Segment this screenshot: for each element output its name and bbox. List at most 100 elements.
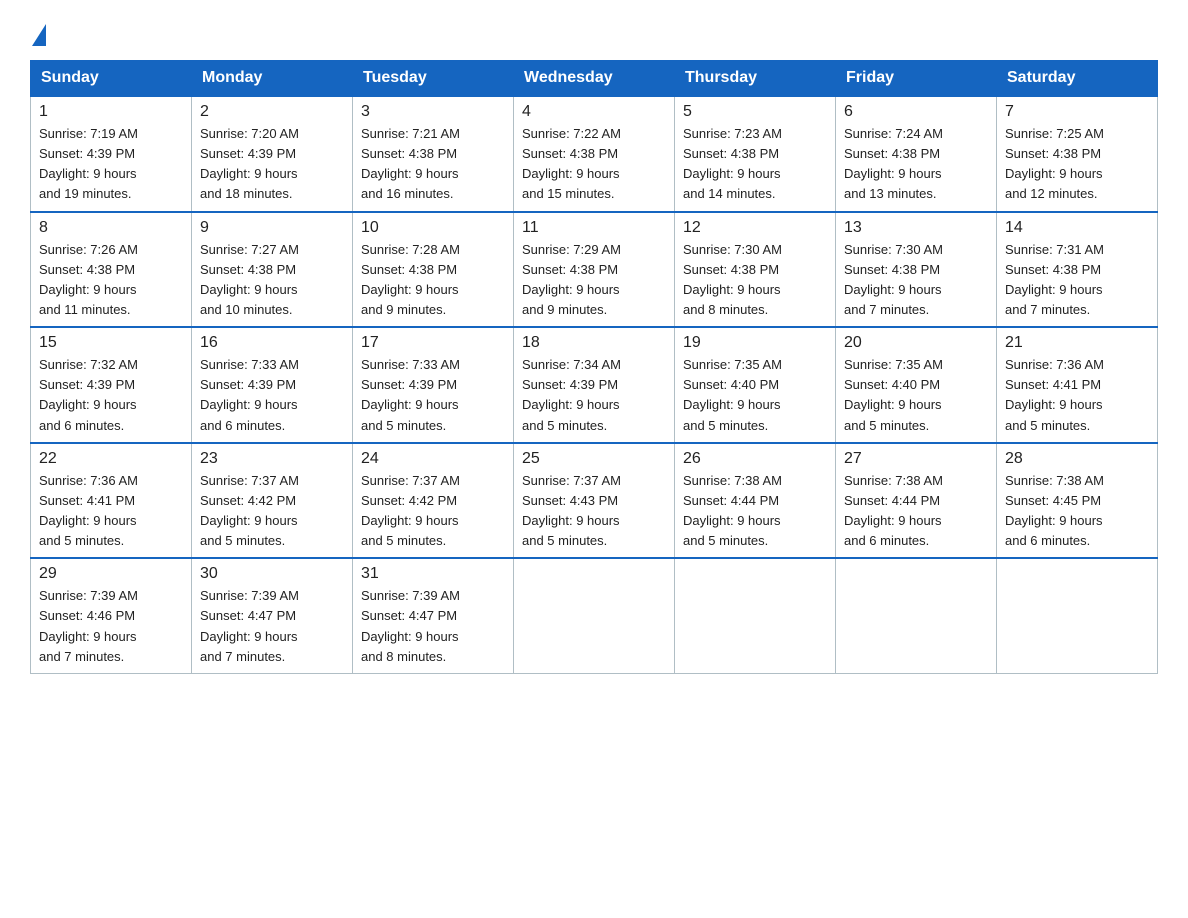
- day-cell: 25 Sunrise: 7:37 AMSunset: 4:43 PMDayligh…: [514, 443, 675, 559]
- day-number: 16: [200, 334, 344, 352]
- day-cell: 18Sunrise: 7:34 AMSunset: 4:39 PMDayligh…: [514, 327, 675, 443]
- week-row-4: 22 Sunrise: 7:36 AMSunset: 4:41 PMDayligh…: [31, 443, 1158, 559]
- day-cell: 10Sunrise: 7:28 AMSunset: 4:38 PMDayligh…: [353, 212, 514, 328]
- day-info: Sunrise: 7:31 AMSunset: 4:38 PMDaylight:…: [1005, 240, 1149, 321]
- day-info: Sunrise: 7:37 AMSunset: 4:42 PMDaylight:…: [200, 471, 344, 552]
- week-row-1: 1 Sunrise: 7:19 AMSunset: 4:39 PMDaylight…: [31, 96, 1158, 212]
- day-number: 29: [39, 565, 183, 583]
- day-number: 31: [361, 565, 505, 583]
- day-info: Sunrise: 7:29 AMSunset: 4:38 PMDaylight:…: [522, 240, 666, 321]
- day-info: Sunrise: 7:30 AMSunset: 4:38 PMDaylight:…: [844, 240, 988, 321]
- day-cell: 28 Sunrise: 7:38 AMSunset: 4:45 PMDayligh…: [997, 443, 1158, 559]
- day-cell: 9Sunrise: 7:27 AMSunset: 4:38 PMDaylight…: [192, 212, 353, 328]
- header-tuesday: Tuesday: [353, 61, 514, 97]
- day-cell: 5 Sunrise: 7:23 AMSunset: 4:38 PMDaylight…: [675, 96, 836, 212]
- day-cell: 29 Sunrise: 7:39 AMSunset: 4:46 PMDayligh…: [31, 558, 192, 673]
- day-number: 2: [200, 103, 344, 121]
- page-header: [30, 20, 1158, 42]
- day-number: 3: [361, 103, 505, 121]
- week-row-5: 29 Sunrise: 7:39 AMSunset: 4:46 PMDayligh…: [31, 558, 1158, 673]
- day-info: Sunrise: 7:22 AMSunset: 4:38 PMDaylight:…: [522, 124, 666, 205]
- day-number: 10: [361, 219, 505, 237]
- day-number: 24: [361, 450, 505, 468]
- day-cell: 1 Sunrise: 7:19 AMSunset: 4:39 PMDaylight…: [31, 96, 192, 212]
- day-info: Sunrise: 7:36 AMSunset: 4:41 PMDaylight:…: [39, 471, 183, 552]
- day-info: Sunrise: 7:37 AMSunset: 4:43 PMDaylight:…: [522, 471, 666, 552]
- day-number: 7: [1005, 103, 1149, 121]
- day-number: 18: [522, 334, 666, 352]
- day-cell: 16 Sunrise: 7:33 AMSunset: 4:39 PMDayligh…: [192, 327, 353, 443]
- day-cell: 17Sunrise: 7:33 AMSunset: 4:39 PMDayligh…: [353, 327, 514, 443]
- day-cell: 12Sunrise: 7:30 AMSunset: 4:38 PMDayligh…: [675, 212, 836, 328]
- day-info: Sunrise: 7:35 AMSunset: 4:40 PMDaylight:…: [844, 355, 988, 436]
- day-cell: 23 Sunrise: 7:37 AMSunset: 4:42 PMDayligh…: [192, 443, 353, 559]
- day-cell: 3 Sunrise: 7:21 AMSunset: 4:38 PMDaylight…: [353, 96, 514, 212]
- day-number: 15: [39, 334, 183, 352]
- day-info: Sunrise: 7:39 AMSunset: 4:47 PMDaylight:…: [361, 586, 505, 667]
- day-cell: 20 Sunrise: 7:35 AMSunset: 4:40 PMDayligh…: [836, 327, 997, 443]
- day-cell: [675, 558, 836, 673]
- week-row-2: 8 Sunrise: 7:26 AMSunset: 4:38 PMDaylight…: [31, 212, 1158, 328]
- day-number: 1: [39, 103, 183, 121]
- day-info: Sunrise: 7:23 AMSunset: 4:38 PMDaylight:…: [683, 124, 827, 205]
- day-info: Sunrise: 7:37 AMSunset: 4:42 PMDaylight:…: [361, 471, 505, 552]
- day-number: 25: [522, 450, 666, 468]
- day-number: 27: [844, 450, 988, 468]
- day-info: Sunrise: 7:25 AMSunset: 4:38 PMDaylight:…: [1005, 124, 1149, 205]
- day-cell: 15 Sunrise: 7:32 AMSunset: 4:39 PMDayligh…: [31, 327, 192, 443]
- day-info: Sunrise: 7:19 AMSunset: 4:39 PMDaylight:…: [39, 124, 183, 205]
- logo-triangle-icon: [32, 24, 46, 46]
- day-number: 8: [39, 219, 183, 237]
- day-info: Sunrise: 7:27 AMSunset: 4:38 PMDaylight:…: [200, 240, 344, 321]
- day-info: Sunrise: 7:24 AMSunset: 4:38 PMDaylight:…: [844, 124, 988, 205]
- header-row: SundayMondayTuesdayWednesdayThursdayFrid…: [31, 61, 1158, 97]
- day-info: Sunrise: 7:38 AMSunset: 4:44 PMDaylight:…: [683, 471, 827, 552]
- day-cell: 2 Sunrise: 7:20 AMSunset: 4:39 PMDaylight…: [192, 96, 353, 212]
- day-cell: 30 Sunrise: 7:39 AMSunset: 4:47 PMDayligh…: [192, 558, 353, 673]
- header-friday: Friday: [836, 61, 997, 97]
- day-info: Sunrise: 7:38 AMSunset: 4:44 PMDaylight:…: [844, 471, 988, 552]
- day-cell: 27 Sunrise: 7:38 AMSunset: 4:44 PMDayligh…: [836, 443, 997, 559]
- day-number: 5: [683, 103, 827, 121]
- day-number: 30: [200, 565, 344, 583]
- day-info: Sunrise: 7:33 AMSunset: 4:39 PMDaylight:…: [200, 355, 344, 436]
- day-cell: 6 Sunrise: 7:24 AMSunset: 4:38 PMDaylight…: [836, 96, 997, 212]
- day-info: Sunrise: 7:32 AMSunset: 4:39 PMDaylight:…: [39, 355, 183, 436]
- day-info: Sunrise: 7:39 AMSunset: 4:46 PMDaylight:…: [39, 586, 183, 667]
- header-monday: Monday: [192, 61, 353, 97]
- day-cell: 31 Sunrise: 7:39 AMSunset: 4:47 PMDayligh…: [353, 558, 514, 673]
- logo: [30, 20, 46, 42]
- day-number: 14: [1005, 219, 1149, 237]
- day-cell: 24 Sunrise: 7:37 AMSunset: 4:42 PMDayligh…: [353, 443, 514, 559]
- day-cell: 11Sunrise: 7:29 AMSunset: 4:38 PMDayligh…: [514, 212, 675, 328]
- day-cell: [836, 558, 997, 673]
- day-number: 20: [844, 334, 988, 352]
- day-number: 26: [683, 450, 827, 468]
- day-info: Sunrise: 7:36 AMSunset: 4:41 PMDaylight:…: [1005, 355, 1149, 436]
- day-cell: 14 Sunrise: 7:31 AMSunset: 4:38 PMDayligh…: [997, 212, 1158, 328]
- week-row-3: 15 Sunrise: 7:32 AMSunset: 4:39 PMDayligh…: [31, 327, 1158, 443]
- day-cell: 8 Sunrise: 7:26 AMSunset: 4:38 PMDaylight…: [31, 212, 192, 328]
- day-number: 17: [361, 334, 505, 352]
- day-number: 28: [1005, 450, 1149, 468]
- header-saturday: Saturday: [997, 61, 1158, 97]
- day-cell: [997, 558, 1158, 673]
- day-number: 21: [1005, 334, 1149, 352]
- day-cell: 7 Sunrise: 7:25 AMSunset: 4:38 PMDaylight…: [997, 96, 1158, 212]
- day-cell: [514, 558, 675, 673]
- day-cell: 13Sunrise: 7:30 AMSunset: 4:38 PMDayligh…: [836, 212, 997, 328]
- day-info: Sunrise: 7:35 AMSunset: 4:40 PMDaylight:…: [683, 355, 827, 436]
- day-number: 23: [200, 450, 344, 468]
- day-cell: 4Sunrise: 7:22 AMSunset: 4:38 PMDaylight…: [514, 96, 675, 212]
- day-number: 22: [39, 450, 183, 468]
- calendar-table: SundayMondayTuesdayWednesdayThursdayFrid…: [30, 60, 1158, 674]
- day-cell: 19Sunrise: 7:35 AMSunset: 4:40 PMDayligh…: [675, 327, 836, 443]
- day-info: Sunrise: 7:20 AMSunset: 4:39 PMDaylight:…: [200, 124, 344, 205]
- day-info: Sunrise: 7:21 AMSunset: 4:38 PMDaylight:…: [361, 124, 505, 205]
- day-number: 6: [844, 103, 988, 121]
- day-cell: 21 Sunrise: 7:36 AMSunset: 4:41 PMDayligh…: [997, 327, 1158, 443]
- day-info: Sunrise: 7:26 AMSunset: 4:38 PMDaylight:…: [39, 240, 183, 321]
- day-info: Sunrise: 7:38 AMSunset: 4:45 PMDaylight:…: [1005, 471, 1149, 552]
- day-info: Sunrise: 7:39 AMSunset: 4:47 PMDaylight:…: [200, 586, 344, 667]
- day-cell: 26 Sunrise: 7:38 AMSunset: 4:44 PMDayligh…: [675, 443, 836, 559]
